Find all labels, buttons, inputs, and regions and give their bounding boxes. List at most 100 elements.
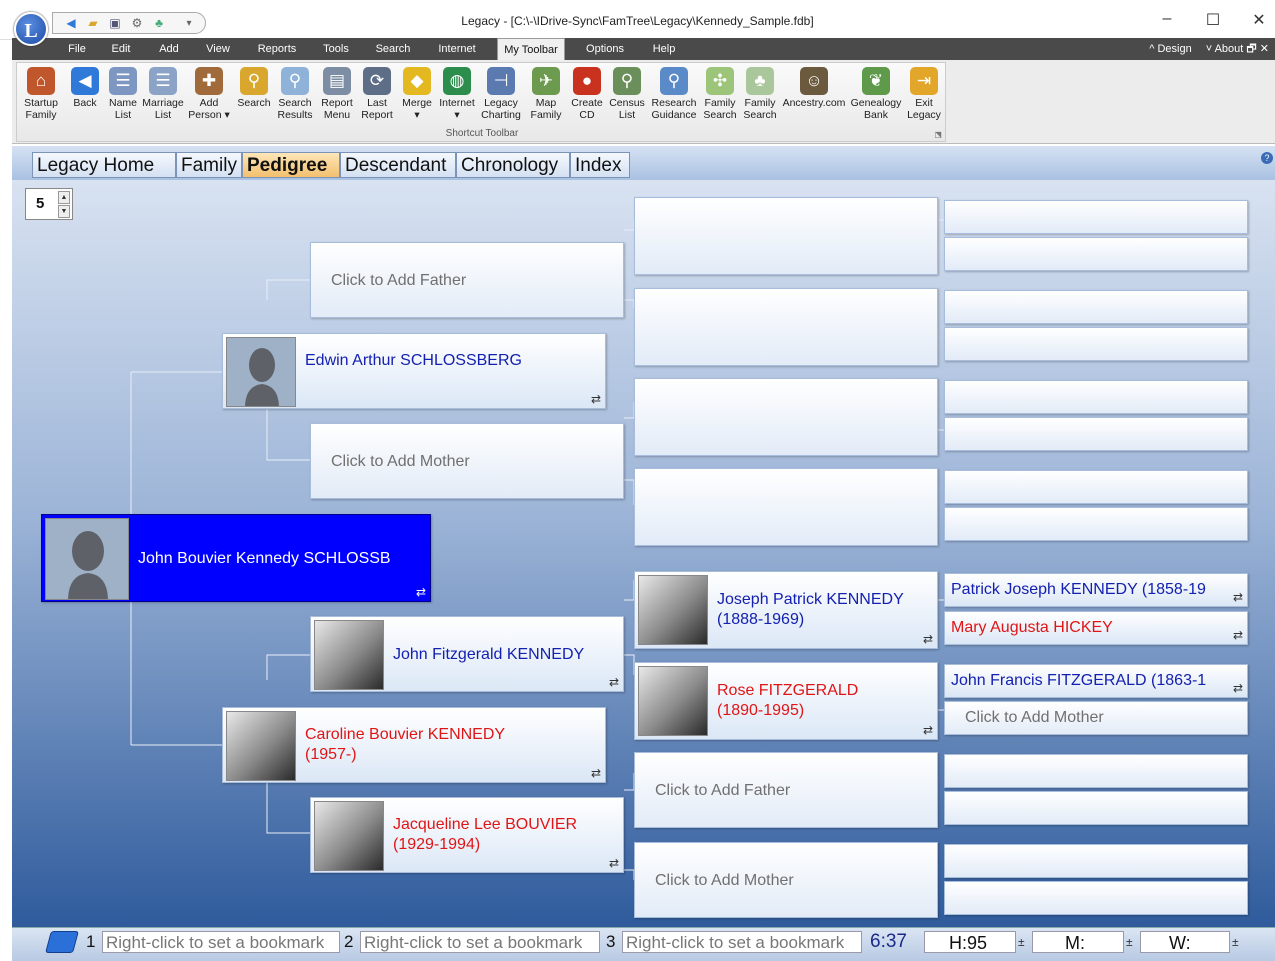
help-icon[interactable]: ?	[1261, 152, 1273, 164]
empty-person-box[interactable]	[634, 468, 938, 546]
generations-spinner[interactable]: 5 ▲ ▼	[25, 188, 73, 220]
ribbon-button-create-cd[interactable]: ● Create CD	[569, 65, 605, 129]
empty-person-box[interactable]	[944, 327, 1248, 361]
spin-up-button[interactable]: ▲	[58, 191, 70, 204]
swap-icon[interactable]: ⇄	[923, 632, 933, 646]
ribbon-button-search[interactable]: ⚲ Search	[235, 65, 273, 129]
empty-person-box[interactable]	[944, 791, 1248, 825]
person-box-g5a[interactable]: Patrick Joseph KENNEDY (1858-19 ⇄	[944, 573, 1248, 607]
ribbon-button-exit-legacy[interactable]: ⇥ Exit Legacy	[905, 65, 943, 129]
empty-person-box[interactable]	[634, 378, 938, 456]
empty-person-box[interactable]	[944, 290, 1248, 324]
swap-icon[interactable]: ⇄	[1233, 590, 1243, 604]
tab-descendant[interactable]: Descendant	[340, 152, 456, 178]
design-toggle[interactable]: ^ Design	[1149, 38, 1191, 60]
ribbon-button-research-guidance[interactable]: ⚲ Research Guidance	[649, 65, 699, 129]
person-box-gggm[interactable]: Rose FITZGERALD (1890-1995) ⇄	[634, 662, 938, 740]
bookmark-book-icon[interactable]	[45, 931, 79, 953]
ribbon-button-last-report[interactable]: ⟳ Last Report	[357, 65, 397, 129]
ribbon-button-map-family[interactable]: ✈ Map Family	[525, 65, 567, 129]
empty-person-box[interactable]	[944, 470, 1248, 504]
swap-icon[interactable]: ⇄	[591, 766, 601, 780]
menu-add[interactable]: Add	[154, 38, 184, 60]
calc-w-field[interactable]: W:	[1140, 931, 1230, 953]
empty-person-box[interactable]	[944, 200, 1248, 234]
swap-icon[interactable]: ⇄	[591, 392, 601, 406]
empty-person-box[interactable]	[944, 380, 1248, 414]
empty-person-box[interactable]	[634, 197, 938, 275]
menu-reports[interactable]: Reports	[252, 38, 302, 60]
swap-icon[interactable]: ⇄	[416, 585, 426, 599]
calc-h-field[interactable]: H:95	[924, 931, 1016, 953]
ribbon-button-marriage-list[interactable]: ☰ Marriage List	[141, 65, 185, 129]
ribbon-button-startup-family[interactable]: ⌂ Startup Family	[21, 65, 61, 129]
empty-person-box[interactable]	[944, 507, 1248, 541]
tab-family[interactable]: Family	[176, 152, 242, 178]
swap-icon[interactable]: ⇄	[609, 675, 619, 689]
empty-person-box[interactable]	[944, 237, 1248, 271]
empty-person-box[interactable]	[944, 754, 1248, 788]
bookmark-slot-3[interactable]: Right-click to set a bookmark	[622, 931, 862, 953]
menu-tools[interactable]: Tools	[318, 38, 354, 60]
ribbon-button-ancestry-com[interactable]: ☺ Ancestry.com	[781, 65, 847, 129]
ribbon-button-search-results[interactable]: ⚲ Search Results	[275, 65, 315, 129]
menu-internet[interactable]: Internet	[432, 38, 482, 60]
empty-person-box[interactable]	[634, 288, 938, 366]
menu-search[interactable]: Search	[372, 38, 414, 60]
add-father-box[interactable]: Click to Add Father	[310, 242, 624, 318]
ribbon-button-add-person[interactable]: ✚ Add Person ▾	[187, 65, 231, 129]
swap-icon[interactable]: ⇄	[923, 723, 933, 737]
ribbon-button-family-search[interactable]: ✣ Family Search	[701, 65, 739, 129]
menu-view[interactable]: View	[202, 38, 234, 60]
ribbon-button-genealogy-bank[interactable]: ❦ Genealogy Bank	[849, 65, 903, 129]
add-mother-box[interactable]: Click to Add Mother	[634, 842, 938, 918]
ribbon-button-census-list[interactable]: ⚲ Census List	[607, 65, 647, 129]
person-box-mgf[interactable]: John Fitzgerald KENNEDY ⇄	[310, 616, 624, 692]
person-box-gggf[interactable]: Joseph Patrick KENNEDY (1888-1969) ⇄	[634, 571, 938, 649]
tab-chronology[interactable]: Chronology	[456, 152, 570, 178]
ribbon-button-internet[interactable]: ◍ Internet ▾	[437, 65, 477, 129]
ribbon-button-name-list[interactable]: ☰ Name List	[105, 65, 141, 129]
add-mother-box[interactable]: Click to Add Mother	[310, 423, 624, 499]
empty-person-box[interactable]	[944, 844, 1248, 878]
menu-edit[interactable]: Edit	[106, 38, 136, 60]
empty-person-box[interactable]	[944, 881, 1248, 915]
spin-down-button[interactable]: ▼	[58, 205, 70, 218]
person-box-father[interactable]: Edwin Arthur SCHLOSSBERG ⇄	[222, 333, 606, 409]
ribbon-button-merge[interactable]: ◆ Merge ▾	[399, 65, 435, 129]
person-box-g5c[interactable]: John Francis FITZGERALD (1863-1 ⇄	[944, 664, 1248, 698]
ribbon-button-legacy-charting[interactable]: ⊣ Legacy Charting	[479, 65, 523, 129]
ribbon-button-family-search[interactable]: ♣ Family Search	[741, 65, 779, 129]
legacy-logo-icon[interactable]: L	[14, 12, 48, 46]
menu-options[interactable]: Options	[580, 38, 630, 60]
swap-icon[interactable]: ⇄	[1233, 681, 1243, 695]
calc-m-adjust[interactable]: ±	[1126, 931, 1133, 953]
empty-person-box[interactable]	[944, 417, 1248, 451]
ribbon-launcher-icon[interactable]: ⬔	[934, 130, 942, 139]
tab-index[interactable]: Index	[570, 152, 630, 178]
person-box-mother[interactable]: Caroline Bouvier KENNEDY (1957-) ⇄	[222, 707, 606, 783]
tab-pedigree[interactable]: Pedigree	[242, 152, 340, 178]
ribbon-button-report-menu[interactable]: ▤ Report Menu	[317, 65, 357, 129]
menu-help[interactable]: Help	[648, 38, 680, 60]
add-father-box[interactable]: Click to Add Father	[634, 752, 938, 828]
calc-w-adjust[interactable]: ±	[1232, 931, 1239, 953]
menu-file[interactable]: File	[62, 38, 92, 60]
person-box-mgm[interactable]: Jacqueline Lee BOUVIER (1929-1994) ⇄	[310, 797, 624, 873]
person-box-root[interactable]: John Bouvier Kennedy SCHLOSSB ⇄	[41, 514, 431, 602]
about-menu[interactable]: ˅ About 🗗 ✕	[1206, 38, 1269, 60]
add-mother-box[interactable]: Click to Add Mother	[944, 701, 1248, 735]
maximize-button[interactable]: ☐	[1203, 10, 1223, 30]
calc-m-field[interactable]: M:	[1032, 931, 1124, 953]
calc-h-adjust[interactable]: ±	[1018, 931, 1025, 953]
swap-icon[interactable]: ⇄	[609, 856, 619, 870]
person-box-g5b[interactable]: Mary Augusta HICKEY ⇄	[944, 611, 1248, 645]
menu-my-toolbar[interactable]: My Toolbar	[497, 38, 565, 60]
swap-icon[interactable]: ⇄	[1233, 628, 1243, 642]
bookmark-slot-1[interactable]: Right-click to set a bookmark	[102, 931, 340, 953]
close-button[interactable]: ✕	[1249, 10, 1269, 30]
minimize-button[interactable]: –	[1157, 10, 1177, 30]
tab-legacy-home[interactable]: Legacy Home	[32, 152, 176, 178]
bookmark-slot-2[interactable]: Right-click to set a bookmark	[360, 931, 600, 953]
ribbon-button-back[interactable]: ◀ Back	[67, 65, 103, 129]
